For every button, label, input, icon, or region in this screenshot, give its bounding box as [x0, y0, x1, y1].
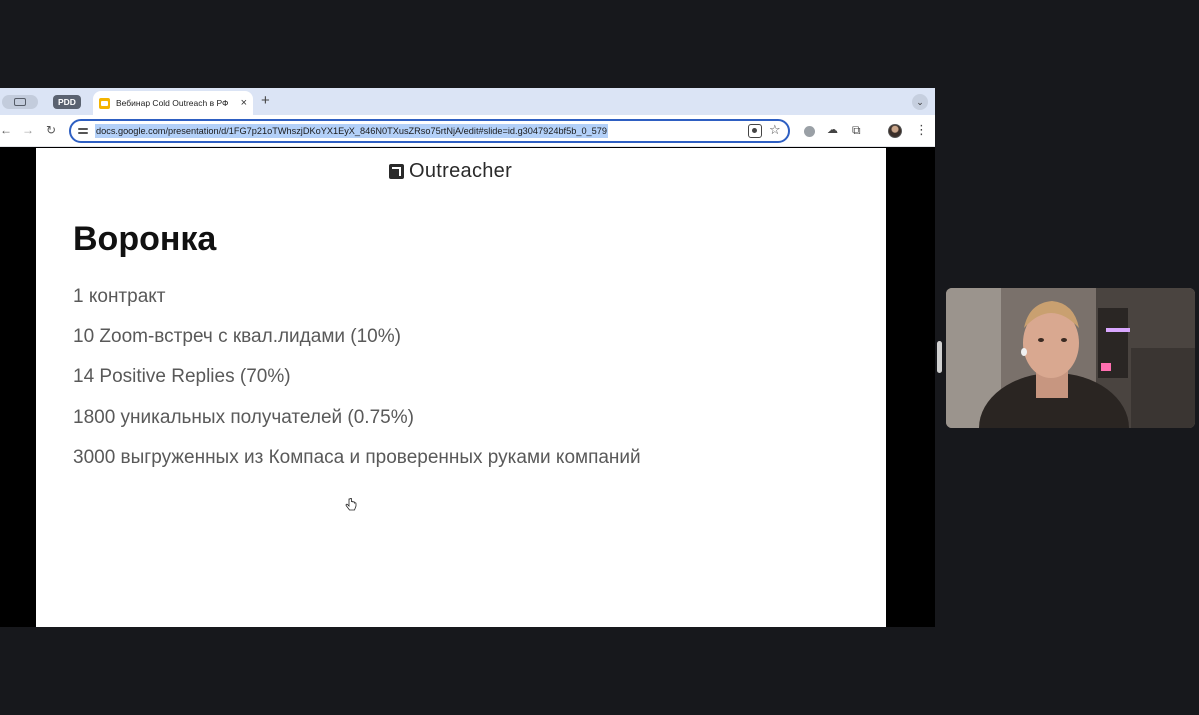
pinned-tab-group-chip[interactable]: PDD	[53, 95, 81, 109]
extension-icon[interactable]	[804, 126, 815, 137]
active-tab[interactable]: Вебинар Cold Outreach в РФ ×	[93, 91, 253, 115]
funnel-item: 1 контракт	[73, 286, 166, 307]
hand-cursor-icon	[345, 498, 357, 511]
new-tab-button[interactable]: +	[261, 92, 270, 110]
close-tab-icon[interactable]: ×	[241, 97, 247, 109]
funnel-item: 3000 выгруженных из Компаса и проверенны…	[73, 446, 641, 468]
extensions-puzzle-icon[interactable]: ⧉	[852, 123, 861, 137]
google-lens-icon[interactable]	[748, 124, 762, 138]
brand-name: Outreacher	[409, 160, 513, 182]
presentation-viewport: Outreacher Воронка 1 контракт 10 Zoom-вс…	[0, 148, 935, 627]
back-button[interactable]: ←	[0, 123, 12, 137]
brand-logo: Outreacher	[389, 160, 512, 183]
funnel-item: 10 Zoom-встреч с квал.лидами (10%)	[73, 326, 401, 348]
cloud-extension-icon[interactable]: ☁	[827, 123, 838, 137]
address-bar[interactable]: docs.google.com/presentation/d/1FG7p21oT…	[69, 119, 790, 143]
browser-window: PDD Вебинар Cold Outreach в РФ × + ⌄ ← →…	[0, 88, 935, 627]
slide: Outreacher Воронка 1 контракт 10 Zoom-вс…	[36, 148, 886, 627]
outreacher-logo-icon	[389, 164, 404, 179]
funnel-item: 14 Positive Replies (70%)	[73, 366, 291, 388]
reload-button[interactable]: ↻	[46, 123, 56, 137]
profile-avatar[interactable]	[888, 124, 902, 138]
bookmark-star-icon[interactable]: ☆	[769, 122, 781, 138]
panel-resize-handle[interactable]	[937, 341, 942, 373]
webcam-frame-illustration	[946, 288, 1195, 428]
screen-share-stage: PDD Вебинар Cold Outreach в РФ × + ⌄ ← →…	[0, 0, 1199, 715]
presenter-webcam-video	[946, 288, 1195, 428]
tab-search-chevron-icon[interactable]: ⌄	[912, 94, 928, 110]
url-text[interactable]: docs.google.com/presentation/d/1FG7p21oT…	[95, 124, 608, 138]
browser-menu-icon[interactable]: ⋮	[915, 121, 928, 139]
slide-heading: Воронка	[73, 220, 217, 258]
tab-groups-icon[interactable]	[2, 95, 38, 109]
forward-button[interactable]: →	[22, 123, 34, 137]
site-info-icon[interactable]	[78, 126, 88, 136]
tab-bar: PDD Вебинар Cold Outreach в РФ × + ⌄	[0, 88, 935, 115]
funnel-item: 1800 уникальных получателей (0.75%)	[73, 406, 414, 428]
browser-toolbar: ← → ↻ docs.google.com/presentation/d/1FG…	[0, 115, 935, 147]
google-slides-favicon-icon	[99, 97, 110, 109]
tab-title: Вебинар Cold Outreach в РФ	[116, 98, 228, 108]
funnel-list: 1 контракт 10 Zoom-встреч с квал.лидами …	[73, 286, 641, 487]
